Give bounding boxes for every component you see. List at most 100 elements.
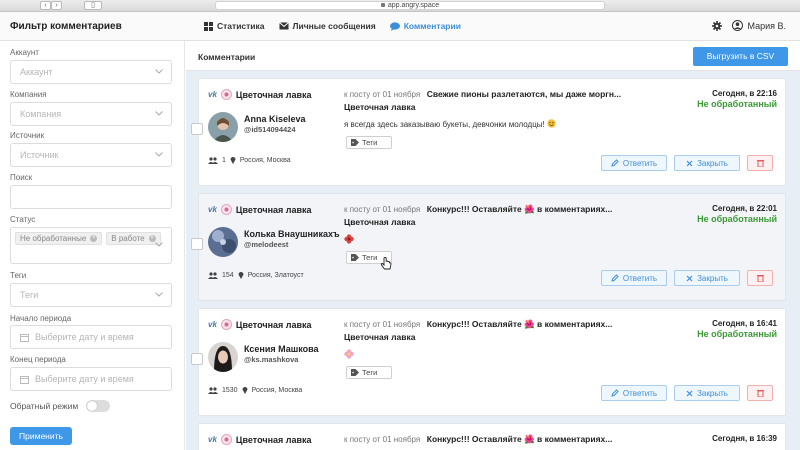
post-reference[interactable]: к посту от 01 ноября Свежие пионы разлет… [344,89,664,99]
comment-meta: Сегодня, в 16:39 [712,434,777,443]
tags-select[interactable]: Теги [10,283,172,307]
chevron-down-icon [155,69,163,74]
gear-icon[interactable] [712,20,723,31]
comment-card: vk Цветочная лавка к посту от 01 ноября … [198,423,786,450]
author-handle[interactable]: @melodeest [244,240,344,249]
comment-date: Сегодня, в 22:16 [712,89,777,98]
post-reference[interactable]: к посту от 01 ноября Конкурс!!! Оставляй… [344,319,664,330]
status-multiselect[interactable]: Не обработанные × В работе × [10,227,172,264]
post-reference[interactable]: к посту от 01 ноября Конкурс!!! Оставляй… [344,204,664,215]
nav-comments[interactable]: Комментарии [389,21,461,31]
group-name: Цветочная лавка [235,89,312,100]
nav-messages[interactable]: Личные сообщения [278,21,376,31]
followers-icon [208,386,218,394]
comment-group-name: Цветочная лавка [344,217,416,227]
user-menu[interactable]: Мария В. [732,20,786,31]
tags-label: Теги [10,271,27,280]
export-csv-button[interactable]: Выгрузить в CSV [693,47,788,66]
followers-count: 154 [222,271,234,279]
comment-checkbox[interactable] [191,123,203,135]
author-name[interactable]: Anna Kiseleva [244,114,344,124]
calendar-icon [20,375,29,384]
avatar[interactable] [208,342,238,372]
source-row: vk Цветочная лавка [208,204,312,215]
forward-button[interactable]: › [51,1,62,10]
tags-button[interactable]: Теги [346,136,392,149]
comment-card: vk Цветочная лавка Anna Kiseleva @id5140… [191,78,786,186]
reply-button[interactable]: Ответить [601,270,667,286]
comment-checkbox[interactable] [191,238,203,250]
group-logo-icon [220,434,232,445]
chip-remove-icon[interactable]: × [148,235,156,242]
location: Россия, Москва [251,386,303,394]
chevron-down-icon [155,152,163,157]
location-pin-icon [242,387,248,394]
status-label: Статус [10,215,36,224]
delete-button[interactable] [747,270,773,286]
back-button[interactable]: ‹ [40,1,51,10]
apply-button[interactable]: Применить [10,427,72,445]
comment-group-name: Цветочная лавка [344,332,416,342]
comment-actions: Ответить Закрыть [601,270,773,286]
author-name[interactable]: Колька Внаушникахъ [244,229,344,239]
delete-button[interactable] [747,385,773,401]
tag-icon [351,369,359,376]
chevron-down-icon [155,242,163,247]
close-button[interactable]: Закрыть [674,270,740,286]
filter-sidebar: Аккаунт Аккаунт Компания Компания Источн… [0,41,185,450]
group-name: Цветочная лавка [235,434,312,445]
envelope-icon [278,22,289,30]
comment-date: Сегодня, в 16:41 [712,319,777,328]
status-chip: Не обработанные × [15,232,103,245]
source-select[interactable]: Источник [10,143,172,167]
comment-text [344,349,354,361]
emoji-icon [547,119,556,128]
period-start-input[interactable]: Выберите дату и время [10,325,172,349]
avatar[interactable] [208,227,238,257]
close-button[interactable]: Закрыть [674,155,740,171]
avatar[interactable] [208,112,238,142]
reply-button[interactable]: Ответить [601,385,667,401]
post-ref-label: к посту от 01 ноября [344,90,421,99]
source-row: vk Цветочная лавка [208,89,312,100]
nav-statistics-label: Статистика [217,21,265,31]
comment-actions: Ответить Закрыть [601,385,773,401]
address-bar[interactable]: app.angry.space [215,1,605,10]
chip-remove-icon[interactable]: × [90,235,98,242]
status-badge: Не обработанный [697,329,777,339]
reverse-mode-toggle[interactable] [86,400,111,412]
account-select[interactable]: Аккаунт [10,60,172,84]
hand-cursor-icon [380,257,392,270]
followers-count: 1530 [222,386,238,394]
delete-button[interactable] [747,155,773,171]
author-handle[interactable]: @ks.mashkova [244,355,344,364]
location-pin-icon [230,157,236,164]
vk-icon: vk [208,205,217,214]
author-name[interactable]: Ксения Машкова [244,344,344,354]
reply-button[interactable]: Ответить [601,155,667,171]
search-input[interactable] [10,185,172,209]
comment-checkbox[interactable] [191,353,203,365]
trash-icon [756,160,764,167]
comment-group-name: Цветочная лавка [344,102,416,112]
comments-panel: Комментарии Выгрузить в CSV vk Цветочная… [186,41,800,450]
status-badge: Не обработанный [697,214,777,224]
author-handle[interactable]: @id514094424 [244,125,344,134]
post-reference[interactable]: к посту от 01 ноября Конкурс!!! Оставляй… [344,434,664,445]
tags-button[interactable]: Теги [346,366,392,379]
comment-card: vk Цветочная лавка Ксения Машкова @ks.ma… [191,308,786,416]
close-icon [686,275,693,281]
tag-icon [351,139,359,146]
reverse-mode-row: Обратный режим [10,400,111,412]
account-placeholder: Аккаунт [20,67,53,77]
period-start-placeholder: Выберите дату и время [35,332,134,342]
sidebar-toggle-icon[interactable]: ▯ [84,1,102,10]
vk-icon: vk [208,90,217,99]
company-label: Компания [10,90,47,99]
close-button[interactable]: Закрыть [674,385,740,401]
comment-text [344,234,354,246]
company-select[interactable]: Компания [10,102,172,126]
followers-count: 1 [222,156,226,164]
period-end-input[interactable]: Выберите дату и время [10,367,172,391]
nav-statistics[interactable]: Статистика [204,21,265,31]
